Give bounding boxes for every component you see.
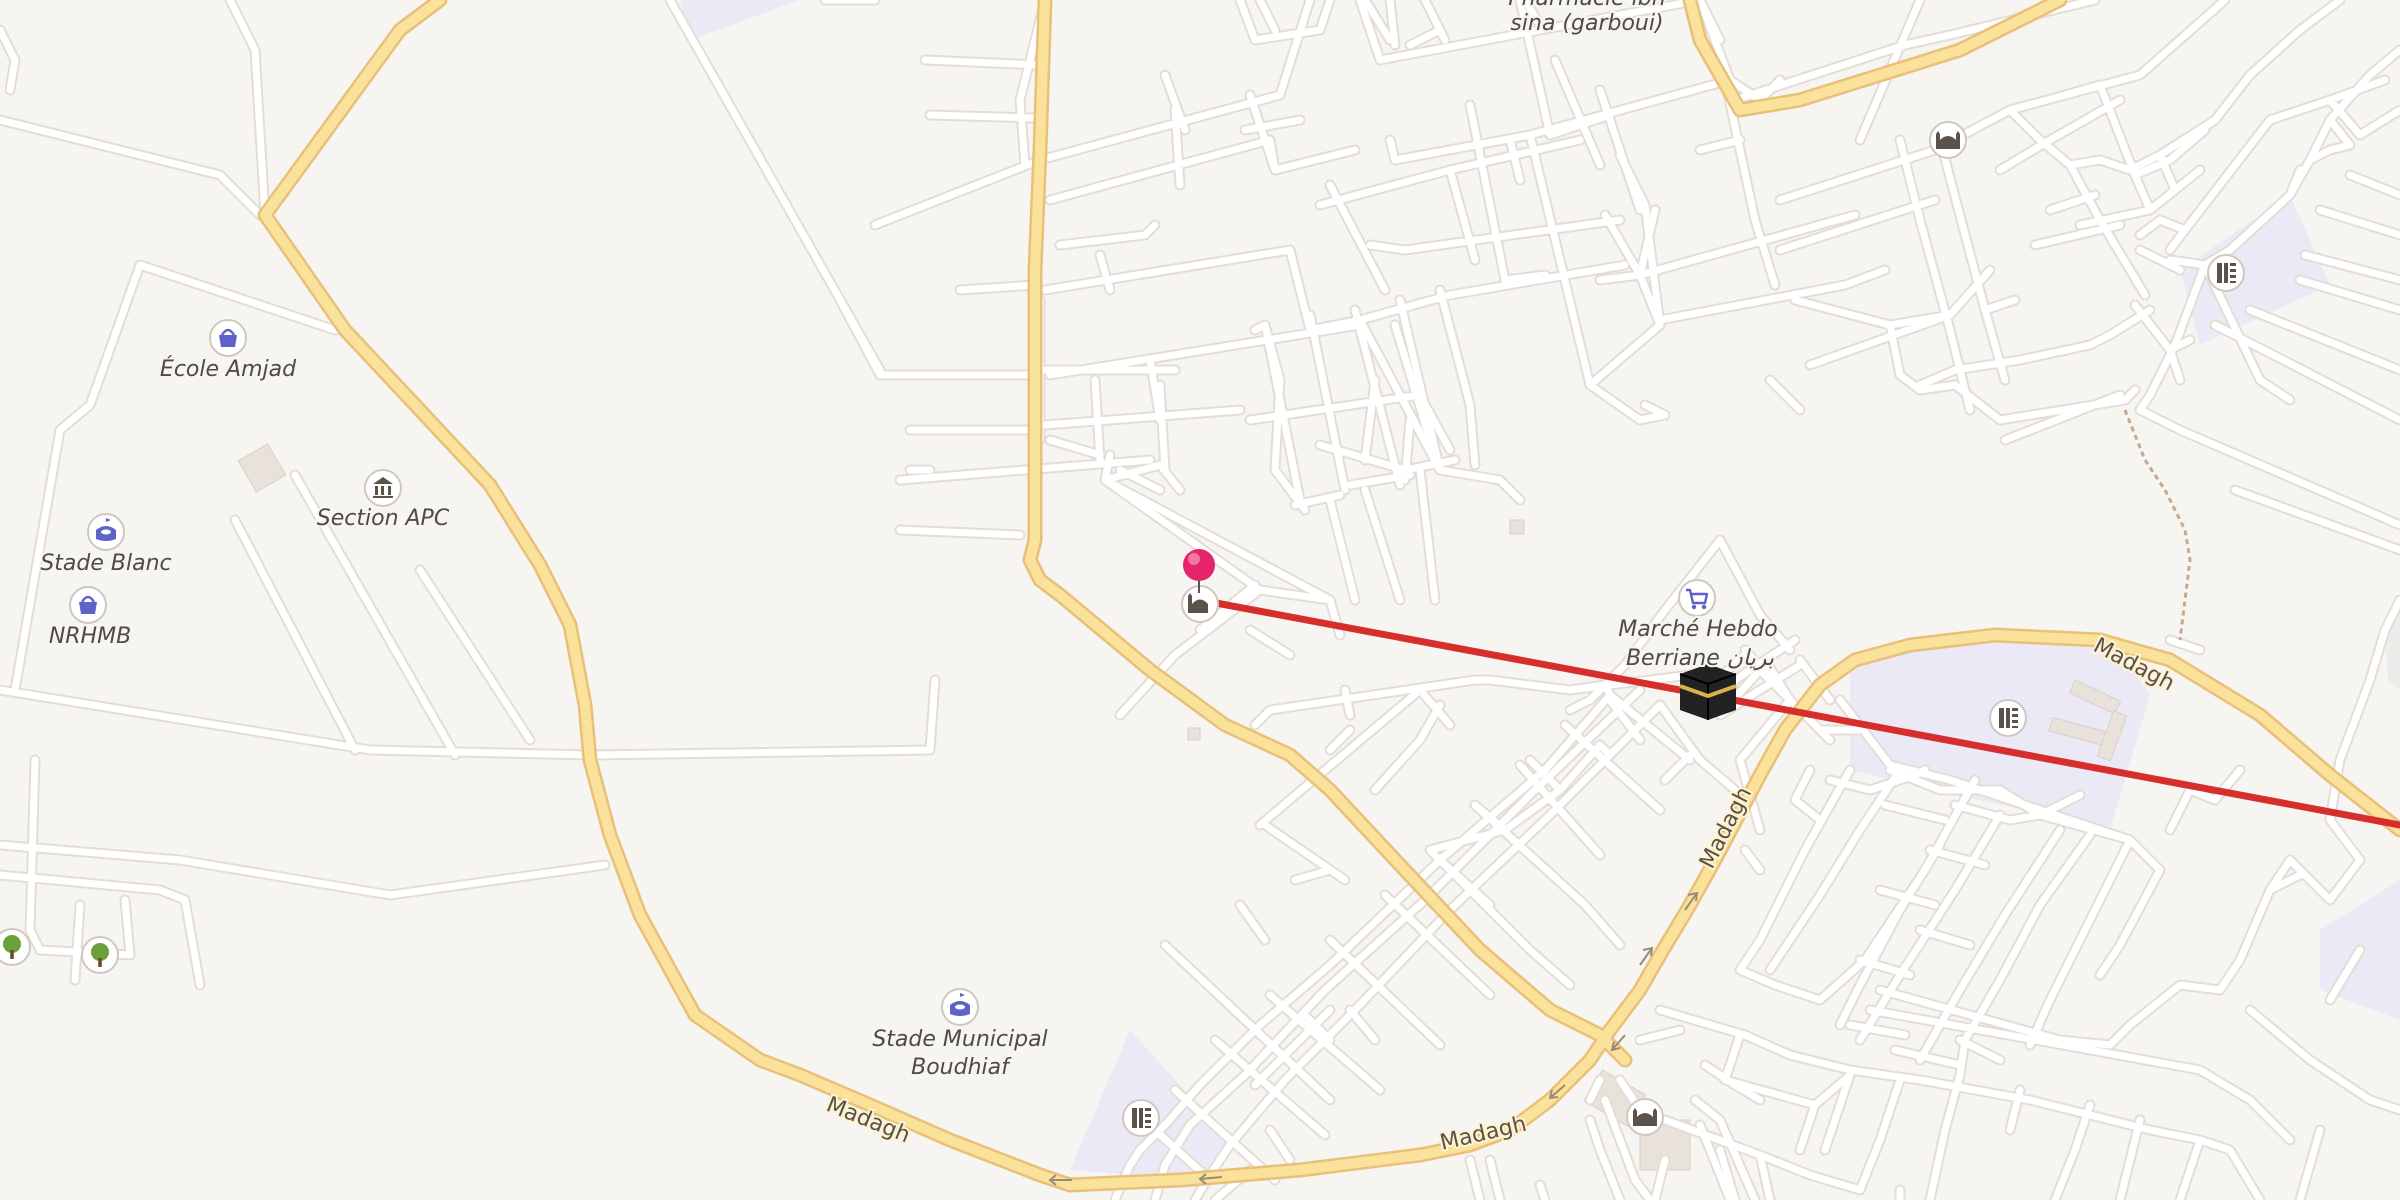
poi-label-marche: Marché Hebdo	[1618, 617, 1778, 642]
poi-label-pharmacie-sina: sina (garboui)	[1510, 11, 1663, 36]
stadium-icon[interactable]	[87, 513, 125, 551]
poi-label-pharmacie: Pharmacie ibn	[1508, 0, 1665, 11]
shopping-basket-icon[interactable]	[69, 586, 107, 624]
tree-icon[interactable]	[0, 928, 31, 966]
poi-label-section-apc: Section APC	[317, 506, 450, 531]
tree-icon[interactable]	[81, 936, 119, 974]
stadium-icon[interactable]	[941, 988, 979, 1026]
poi-label-stade-municipal: Stade Municipal	[872, 1027, 1047, 1052]
poi-label-nrhmb: NRHMB	[49, 624, 131, 649]
kaaba-icon[interactable]	[1679, 664, 1737, 720]
shopping-cart-icon[interactable]	[1678, 579, 1716, 617]
mosque-icon[interactable]	[1929, 121, 1967, 159]
poi-label-boudhiaf: Boudhiaf	[911, 1055, 1012, 1080]
school-icon[interactable]	[1989, 699, 2027, 737]
poi-label-stade-blanc: Stade Blanc	[40, 551, 171, 576]
poi-label-berriane: Berriane بريان	[1626, 646, 1774, 671]
building	[1187, 727, 1201, 741]
map-canvas[interactable]: Madagh Madagh Madagh Madagh École Amjad …	[0, 0, 2400, 1200]
poi-label-ecole-amjad: École Amjad	[160, 356, 297, 382]
school-icon[interactable]	[2207, 254, 2245, 292]
town-hall-icon[interactable]	[364, 469, 402, 507]
shopping-basket-icon[interactable]	[209, 319, 247, 357]
building	[1509, 519, 1525, 535]
school-icon[interactable]	[1122, 1099, 1160, 1137]
mosque-icon[interactable]	[1626, 1098, 1664, 1136]
